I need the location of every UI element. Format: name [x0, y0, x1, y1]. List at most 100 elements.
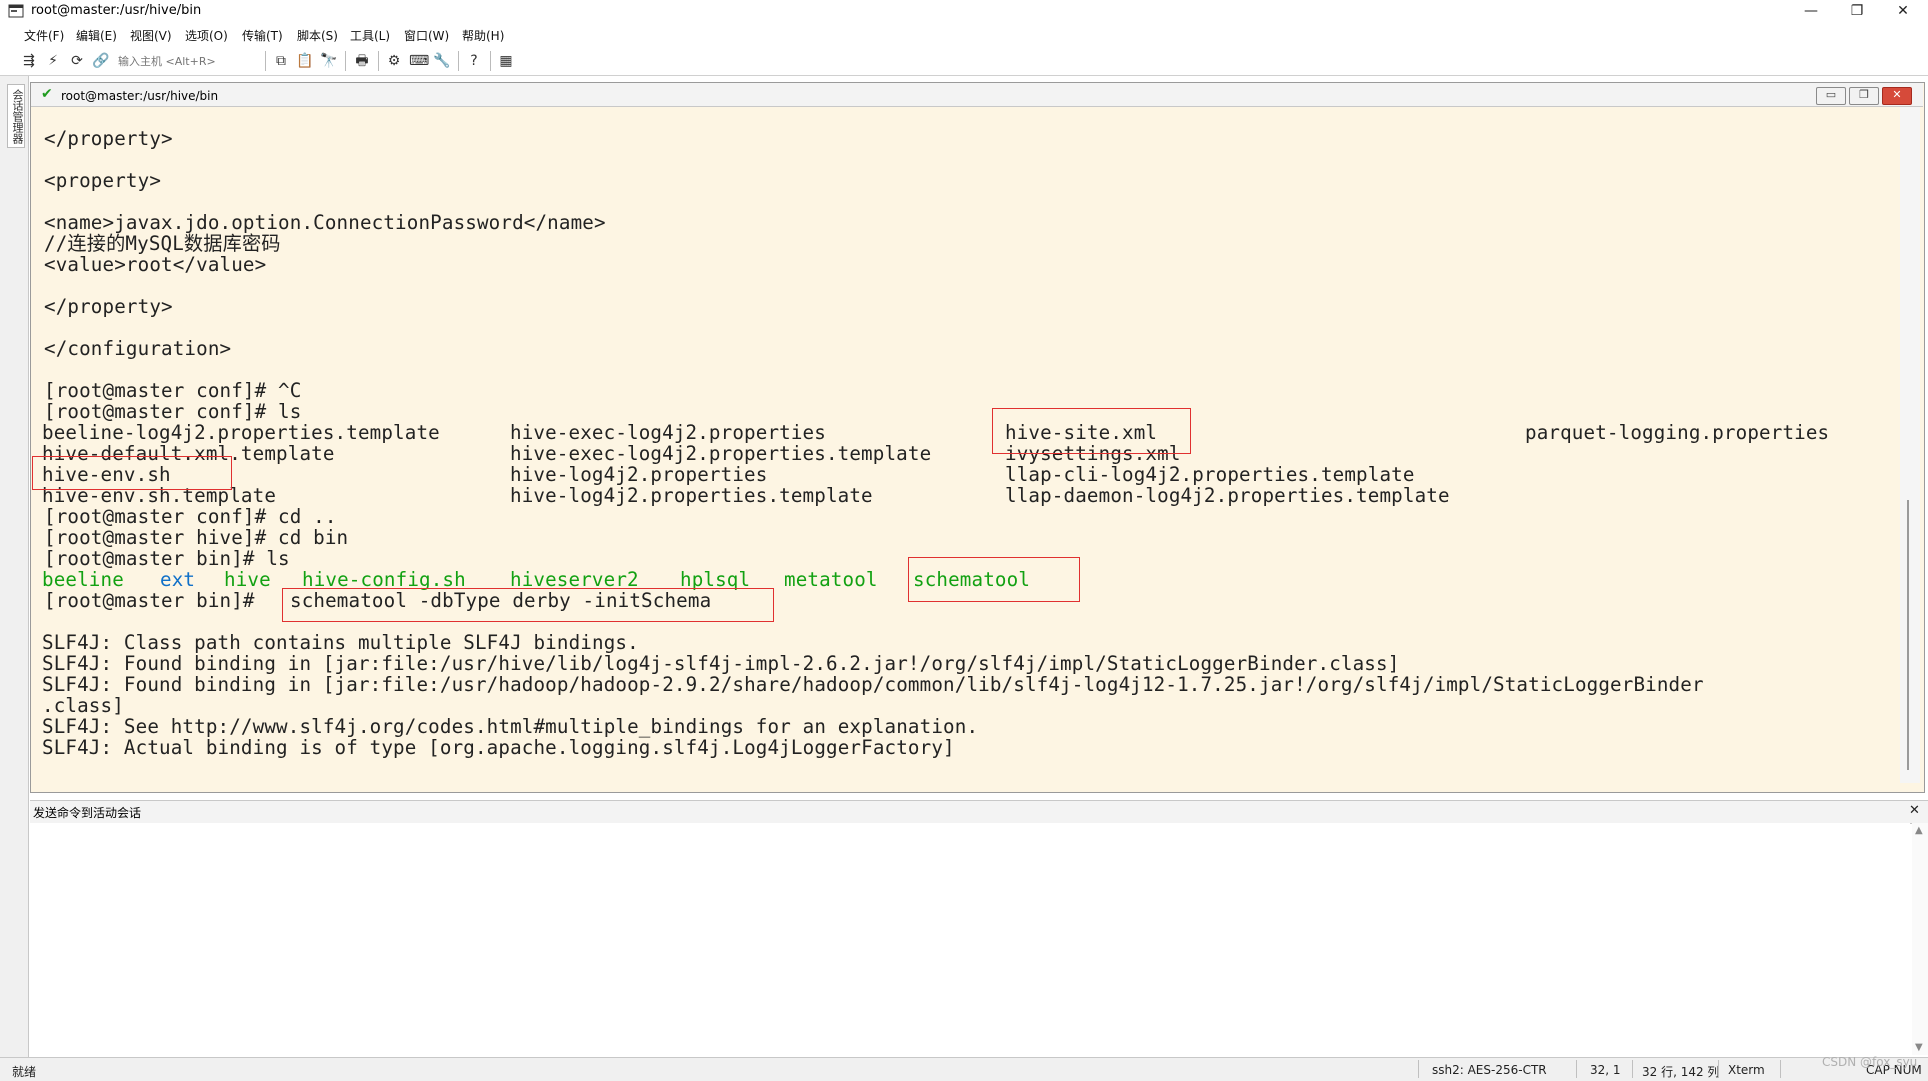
toolbar-separator [265, 51, 266, 71]
ls-file: parquet-logging.properties [1525, 421, 1830, 444]
status-separator [1576, 1060, 1577, 1078]
terminal-line: .class] [42, 694, 124, 717]
terminal-line: SLF4J: Found binding in [jar:file:/usr/h… [42, 652, 1400, 675]
status-ready: 就绪 [12, 1065, 37, 1079]
status-separator [1632, 1060, 1633, 1078]
menu-view[interactable]: 视图(V) [130, 27, 172, 44]
ls-executable: hive [224, 568, 271, 591]
map-icon[interactable]: ▦ [497, 52, 515, 70]
terminal-line: [root@master conf]# cd .. [44, 505, 337, 528]
terminal-line: [root@master conf]# ls [44, 400, 302, 423]
restore-icon[interactable]: ❐ [1834, 0, 1880, 24]
menu-file[interactable]: 文件(F) [24, 27, 64, 44]
terminal-line: SLF4J: Actual binding is of type [org.ap… [42, 736, 955, 759]
menu-transfer[interactable]: 传输(T) [242, 27, 283, 44]
terminal-prompt: [root@master bin]# [44, 589, 267, 612]
terminal-line: SLF4J: Found binding in [jar:file:/usr/h… [42, 673, 1704, 696]
terminal-line: </configuration> [44, 337, 232, 360]
highlight-box [908, 557, 1080, 602]
ls-executable: hiveserver2 [510, 568, 639, 591]
disconnect-icon[interactable]: 🔗 [92, 52, 110, 70]
status-rows-cols: 32 行, 142 列 [1642, 1065, 1720, 1079]
session-close-icon[interactable]: ✕ [1882, 87, 1912, 105]
menu-script[interactable]: 脚本(S) [297, 27, 338, 44]
connect-icon[interactable]: ⇶ [20, 52, 38, 70]
print-icon[interactable]: 🖶 [353, 52, 371, 70]
ls-file: hive-exec-log4j2.properties [510, 421, 826, 444]
ls-file: llap-daemon-log4j2.properties.template [1005, 484, 1450, 507]
sftp-icon[interactable]: 🔧 [433, 52, 451, 70]
status-ssh: ssh2: AES-256-CTR [1432, 1063, 1547, 1077]
title-bar [0, 0, 1928, 24]
watermark: CSDN @fox_syu [1822, 1055, 1918, 1069]
ls-executable: beeline [42, 568, 124, 591]
highlight-box [32, 456, 232, 490]
command-input[interactable] [30, 823, 1910, 1055]
scroll-up-icon[interactable]: ▲ [1915, 825, 1923, 836]
session-manager-tab[interactable]: 会话管理器 [7, 84, 25, 148]
terminal-line: <property> [44, 169, 162, 192]
ls-executable: metatool [784, 568, 878, 591]
toolbar-separator [490, 51, 491, 71]
menu-help[interactable]: 帮助(H) [462, 27, 504, 44]
session-restore-icon[interactable]: ❐ [1849, 87, 1879, 105]
terminal-line: SLF4J: See http://www.slf4j.org/codes.ht… [42, 715, 979, 738]
close-icon[interactable]: ✕ [1909, 803, 1920, 818]
host-input[interactable] [118, 51, 260, 71]
terminal-line: <name>javax.jdo.option.ConnectionPasswor… [44, 211, 606, 234]
help-icon[interactable]: ? [465, 52, 483, 70]
ls-file: beeline-log4j2.properties.template [42, 421, 440, 444]
status-cursor: 32, 1 [1590, 1063, 1621, 1077]
highlight-box [282, 588, 774, 622]
terminal-line: </property> [44, 127, 173, 150]
status-terminal-type: Xterm [1728, 1063, 1765, 1077]
keymap-icon[interactable]: ⌨ [409, 52, 429, 70]
terminal-output[interactable]: </property> <property> <name>javax.jdo.o… [32, 107, 1896, 783]
menu-bar: 文件(F) 编辑(E) 视图(V) 选项(O) 传输(T) 脚本(S) 工具(L… [0, 24, 1928, 46]
copy-icon[interactable]: ⧉ [272, 52, 290, 70]
terminal-line: [root@master bin]# ls [44, 547, 290, 570]
quick-connect-icon[interactable]: ⚡ [44, 52, 62, 70]
toolbar-separator [378, 51, 379, 71]
toolbar-separator [345, 51, 346, 71]
toolbar-separator [458, 51, 459, 71]
terminal-line: //连接的MySQL数据库密码 [44, 232, 281, 255]
ls-file: llap-cli-log4j2.properties.template [1005, 463, 1415, 486]
menu-tools[interactable]: 工具(L) [350, 27, 390, 44]
toolbar: ⇶ ⚡ ⟳ 🔗 ⧉ 📋 🔭 🖶 ⚙ ⌨ 🔧 ? ▦ [0, 46, 1928, 76]
status-bar [0, 1057, 1928, 1081]
status-separator [1418, 1060, 1419, 1078]
command-scrollbar[interactable]: ▲ ▼ [1912, 823, 1928, 1055]
app-icon [8, 3, 24, 19]
terminal-scrollbar[interactable] [1900, 107, 1920, 783]
menu-options[interactable]: 选项(O) [185, 27, 228, 44]
terminal-line: <value>root</value> [44, 253, 267, 276]
scrollbar-thumb[interactable] [1907, 500, 1909, 770]
ls-file: hive-log4j2.properties.template [510, 484, 873, 507]
session-header [31, 83, 1923, 107]
terminal-line: [root@master hive]# cd bin [44, 526, 349, 549]
menu-window[interactable]: 窗口(W) [404, 27, 449, 44]
ls-executable: hive-config.sh [302, 568, 466, 591]
close-icon[interactable]: ✕ [1880, 0, 1926, 24]
scroll-down-icon[interactable]: ▼ [1915, 1042, 1923, 1053]
ls-executable: hplsql [680, 568, 751, 591]
find-icon[interactable]: 🔭 [320, 52, 338, 70]
minimize-icon[interactable]: — [1788, 0, 1834, 24]
menu-edit[interactable]: 编辑(E) [76, 27, 117, 44]
terminal-line: </property> [44, 295, 173, 318]
highlight-box [992, 408, 1191, 454]
reconnect-icon[interactable]: ⟳ [68, 52, 86, 70]
terminal-line: SLF4J: Class path contains multiple SLF4… [42, 631, 639, 654]
session-minimize-icon[interactable]: ▭ [1816, 87, 1846, 105]
check-icon: ✔ [41, 86, 53, 102]
command-window-title: 发送命令到活动会话 [33, 806, 142, 820]
status-separator [1780, 1060, 1781, 1078]
command-window-header [30, 800, 1928, 824]
window-title: root@master:/usr/hive/bin [31, 3, 202, 18]
session-title: root@master:/usr/hive/bin [61, 89, 219, 103]
settings-icon[interactable]: ⚙ [385, 52, 403, 70]
ls-file: hive-exec-log4j2.properties.template [510, 442, 932, 465]
paste-icon[interactable]: 📋 [296, 52, 314, 70]
status-separator [1718, 1060, 1719, 1078]
